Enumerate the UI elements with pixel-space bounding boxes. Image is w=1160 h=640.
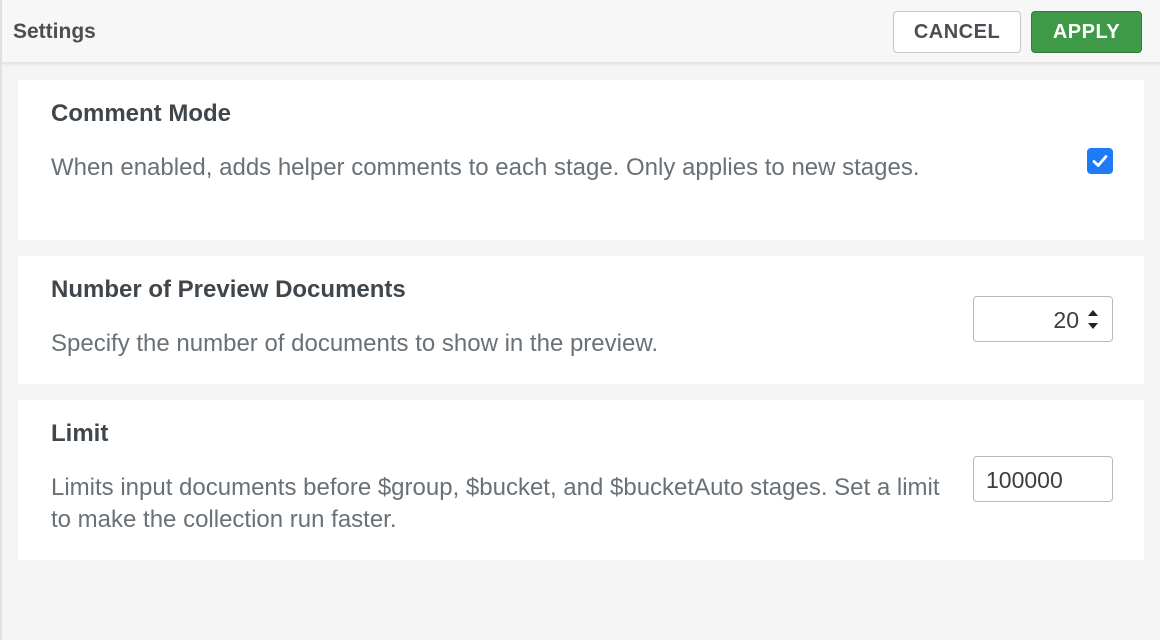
preview-documents-value: 20 — [1053, 307, 1079, 333]
setting-description: Specify the number of documents to show … — [51, 330, 658, 357]
setting-description: When enabled, adds helper comments to ea… — [51, 154, 920, 181]
page-title: Settings — [13, 20, 96, 43]
cancel-button[interactable]: CANCEL — [893, 11, 1021, 53]
setting-card-limit: Limit Limits input documents before $gro… — [18, 400, 1144, 560]
setting-title: Number of Preview Documents — [51, 276, 406, 303]
limit-value: 100000 — [986, 467, 1063, 493]
settings-header: Settings CANCEL APPLY — [2, 0, 1160, 64]
comment-mode-checkbox[interactable] — [1087, 148, 1113, 174]
checkmark-icon — [1092, 155, 1108, 167]
limit-input[interactable]: 100000 — [973, 456, 1113, 502]
up-down-arrows-icon[interactable] — [1084, 302, 1102, 336]
setting-description: Limits input documents before $group, $b… — [51, 474, 940, 533]
setting-card-comment-mode: Comment Mode When enabled, adds helper c… — [18, 80, 1144, 240]
preview-documents-stepper[interactable]: 20 — [973, 296, 1113, 342]
settings-page: Settings CANCEL APPLY Comment Mode When … — [0, 0, 1160, 640]
setting-card-preview-documents: Number of Preview Documents Specify the … — [18, 256, 1144, 384]
setting-title: Comment Mode — [51, 100, 231, 127]
setting-title: Limit — [51, 420, 109, 447]
apply-button[interactable]: APPLY — [1031, 11, 1142, 53]
